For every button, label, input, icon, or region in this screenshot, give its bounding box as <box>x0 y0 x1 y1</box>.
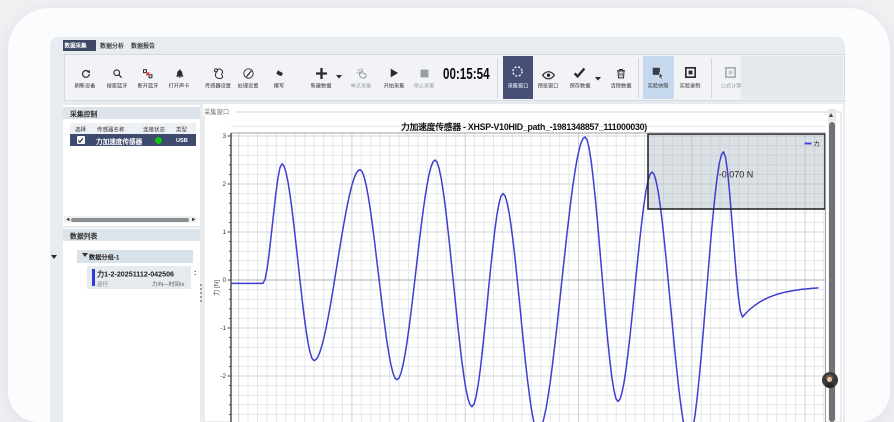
svg-text:-1: -1 <box>220 325 226 332</box>
svg-text:2: 2 <box>222 181 226 188</box>
svg-text:力: 力 <box>814 140 820 148</box>
svg-text:0: 0 <box>222 277 226 284</box>
svg-text:力 [N]: 力 [N] <box>212 280 221 296</box>
svg-text:3: 3 <box>222 133 226 140</box>
svg-text:采集窗口: 采集窗口 <box>204 107 229 116</box>
svg-text:力加速度传感器 - XHSP-V10HID_path_-19: 力加速度传感器 - XHSP-V10HID_path_-1981348857_1… <box>401 121 647 132</box>
svg-text:1: 1 <box>222 229 226 236</box>
svg-text:-0.070 N: -0.070 N <box>719 170 754 180</box>
svg-text:-2: -2 <box>220 373 226 380</box>
